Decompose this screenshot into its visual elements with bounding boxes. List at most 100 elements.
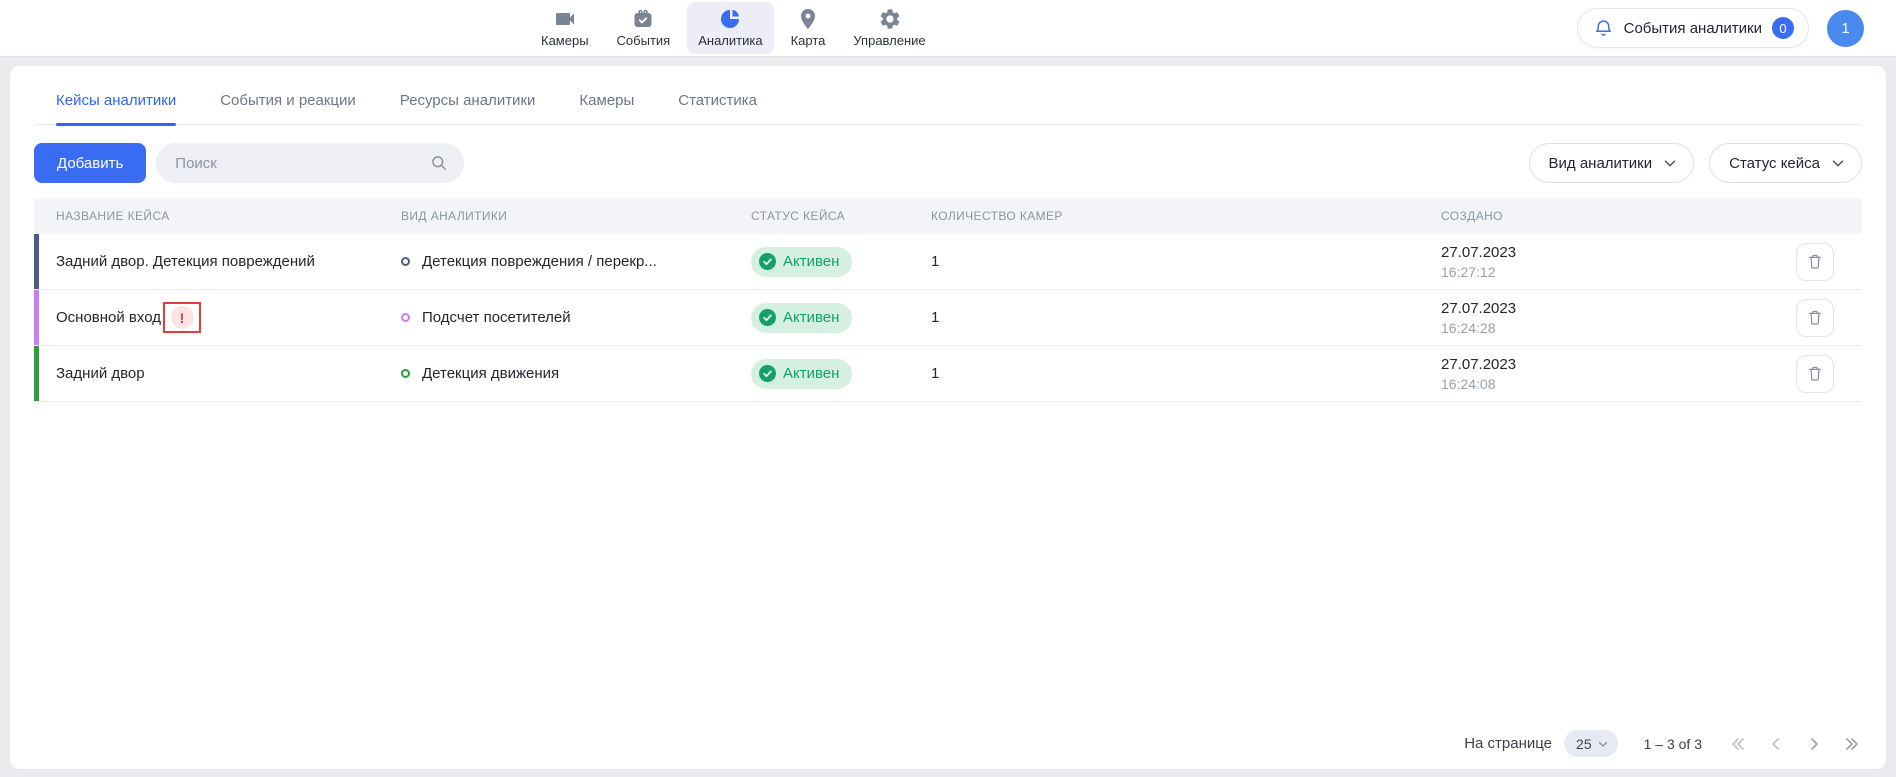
created-date: 27.07.2023: [1441, 244, 1734, 261]
status-cell: Активен: [751, 359, 931, 389]
case-name-cell: Основной вход !: [34, 302, 401, 333]
row-accent-bar: [34, 290, 39, 345]
delete-button[interactable]: [1796, 355, 1834, 393]
nav-label: Аналитика: [698, 33, 762, 48]
chevron-down-icon: [1661, 154, 1679, 172]
page-range: 1 – 3 of 3: [1644, 736, 1702, 752]
analytics-type-cell: Детекция движения: [401, 365, 751, 382]
case-name: Основной вход: [56, 309, 161, 326]
calendar-check-icon: [631, 7, 655, 31]
column-header-name: НАЗВАНИЕ КЕЙСА: [34, 209, 401, 223]
last-page-button[interactable]: [1842, 734, 1862, 754]
tab-cameras[interactable]: Камеры: [579, 92, 634, 124]
check-circle-icon: [759, 365, 776, 382]
search-input[interactable]: [156, 143, 464, 183]
delete-button[interactable]: [1796, 243, 1834, 281]
cases-table: НАЗВАНИЕ КЕЙСА ВИД АНАЛИТИКИ СТАТУС КЕЙС…: [34, 198, 1862, 402]
nav-label: Карта: [791, 33, 826, 48]
avatar[interactable]: 1: [1827, 10, 1864, 47]
analytics-type-filter[interactable]: Вид аналитики: [1529, 143, 1695, 183]
add-button[interactable]: Добавить: [34, 143, 146, 183]
prev-page-button[interactable]: [1766, 734, 1786, 754]
tab-statistics[interactable]: Статистика: [678, 92, 757, 124]
created-time: 16:24:28: [1441, 320, 1734, 336]
nav-label: Камеры: [541, 33, 589, 48]
created-date: 27.07.2023: [1441, 356, 1734, 373]
per-page-select[interactable]: 25: [1564, 730, 1618, 757]
per-page-label: На странице: [1464, 735, 1552, 752]
row-accent-bar: [34, 234, 39, 289]
table-row[interactable]: Задний двор. Детекция повреждений Детекц…: [34, 234, 1862, 290]
case-name: Задний двор: [34, 365, 401, 382]
trash-icon: [1805, 252, 1825, 272]
status-text: Активен: [783, 253, 839, 270]
nav-item-cameras[interactable]: Камеры: [530, 2, 600, 54]
status-badge: Активен: [751, 359, 852, 389]
column-header-status: СТАТУС КЕЙСА: [751, 209, 931, 223]
column-header-type: ВИД АНАЛИТИКИ: [401, 209, 751, 223]
search-icon: [429, 153, 449, 173]
nav-label: События: [617, 33, 671, 48]
case-status-filter-label: Статус кейса: [1729, 155, 1820, 172]
actions-cell: [1796, 299, 1862, 337]
analytics-events-label: События аналитики: [1624, 20, 1762, 37]
actions-cell: [1796, 355, 1862, 393]
analytics-type-ring-icon: [401, 257, 410, 266]
check-circle-icon: [759, 309, 776, 326]
analytics-page-card: Кейсы аналитики События и реакции Ресурс…: [9, 65, 1887, 770]
analytics-type-ring-icon: [401, 313, 410, 322]
video-camera-icon: [553, 7, 577, 31]
tab-events-reactions[interactable]: События и реакции: [220, 92, 356, 124]
top-right-controls: События аналитики 0 1: [1577, 8, 1896, 48]
created-date: 27.07.2023: [1441, 300, 1734, 317]
table-row[interactable]: Основной вход ! Подсчет посетителей Акти…: [34, 290, 1862, 346]
camera-count: 1: [931, 365, 1441, 382]
analytics-type-ring-icon: [401, 369, 410, 378]
analytics-type-filter-label: Вид аналитики: [1549, 155, 1653, 172]
map-pin-icon: [796, 7, 820, 31]
trash-icon: [1805, 364, 1825, 384]
created-time: 16:24:08: [1441, 376, 1734, 392]
nav-item-management[interactable]: Управление: [842, 2, 936, 54]
pagination: На странице 25 1 – 3 of 3: [1464, 730, 1862, 757]
status-badge: Активен: [751, 247, 852, 277]
pager-arrows: [1728, 734, 1862, 754]
created-cell: 27.07.2023 16:24:08: [1441, 356, 1734, 392]
top-bar: Камеры События Аналитика: [0, 0, 1896, 57]
nav-item-analytics[interactable]: Аналитика: [687, 2, 773, 54]
nav-label: Управление: [853, 33, 925, 48]
tab-analytics-resources[interactable]: Ресурсы аналитики: [400, 92, 536, 124]
pie-chart-icon: [718, 7, 742, 31]
page-tabs: Кейсы аналитики События и реакции Ресурс…: [36, 66, 1860, 125]
per-page-group: На странице 25: [1464, 730, 1617, 757]
error-exclamation-icon: !: [171, 306, 194, 329]
table-row[interactable]: Задний двор Детекция движения Активен 1 …: [34, 346, 1862, 402]
per-page-value: 25: [1576, 736, 1592, 752]
main-nav: Камеры События Аналитика: [530, 2, 937, 54]
chevron-down-icon: [1829, 154, 1847, 172]
analytics-events-button[interactable]: События аналитики 0: [1577, 8, 1809, 48]
table-header: НАЗВАНИЕ КЕЙСА ВИД АНАЛИТИКИ СТАТУС КЕЙС…: [34, 198, 1862, 234]
check-circle-icon: [759, 253, 776, 270]
next-page-button[interactable]: [1804, 734, 1824, 754]
status-cell: Активен: [751, 247, 931, 277]
analytics-type-cell: Детекция повреждения / перекр...: [401, 253, 751, 270]
row-accent-bar: [34, 346, 39, 401]
analytics-type-label: Детекция движения: [422, 365, 559, 382]
status-text: Активен: [783, 309, 839, 326]
status-text: Активен: [783, 365, 839, 382]
gear-icon: [878, 7, 902, 31]
toolbar: Добавить Вид аналитики Статус кейса: [34, 143, 1862, 183]
analytics-type-label: Детекция повреждения / перекр...: [422, 253, 657, 270]
case-status-filter[interactable]: Статус кейса: [1709, 143, 1862, 183]
first-page-button[interactable]: [1728, 734, 1748, 754]
nav-item-events[interactable]: События: [606, 2, 682, 54]
status-badge: Активен: [751, 303, 852, 333]
events-count-badge: 0: [1772, 17, 1794, 39]
trash-icon: [1805, 308, 1825, 328]
actions-cell: [1796, 243, 1862, 281]
tab-analytics-cases[interactable]: Кейсы аналитики: [56, 92, 176, 124]
case-name: Задний двор. Детекция повреждений: [34, 253, 401, 270]
nav-item-map[interactable]: Карта: [780, 2, 837, 54]
delete-button[interactable]: [1796, 299, 1834, 337]
